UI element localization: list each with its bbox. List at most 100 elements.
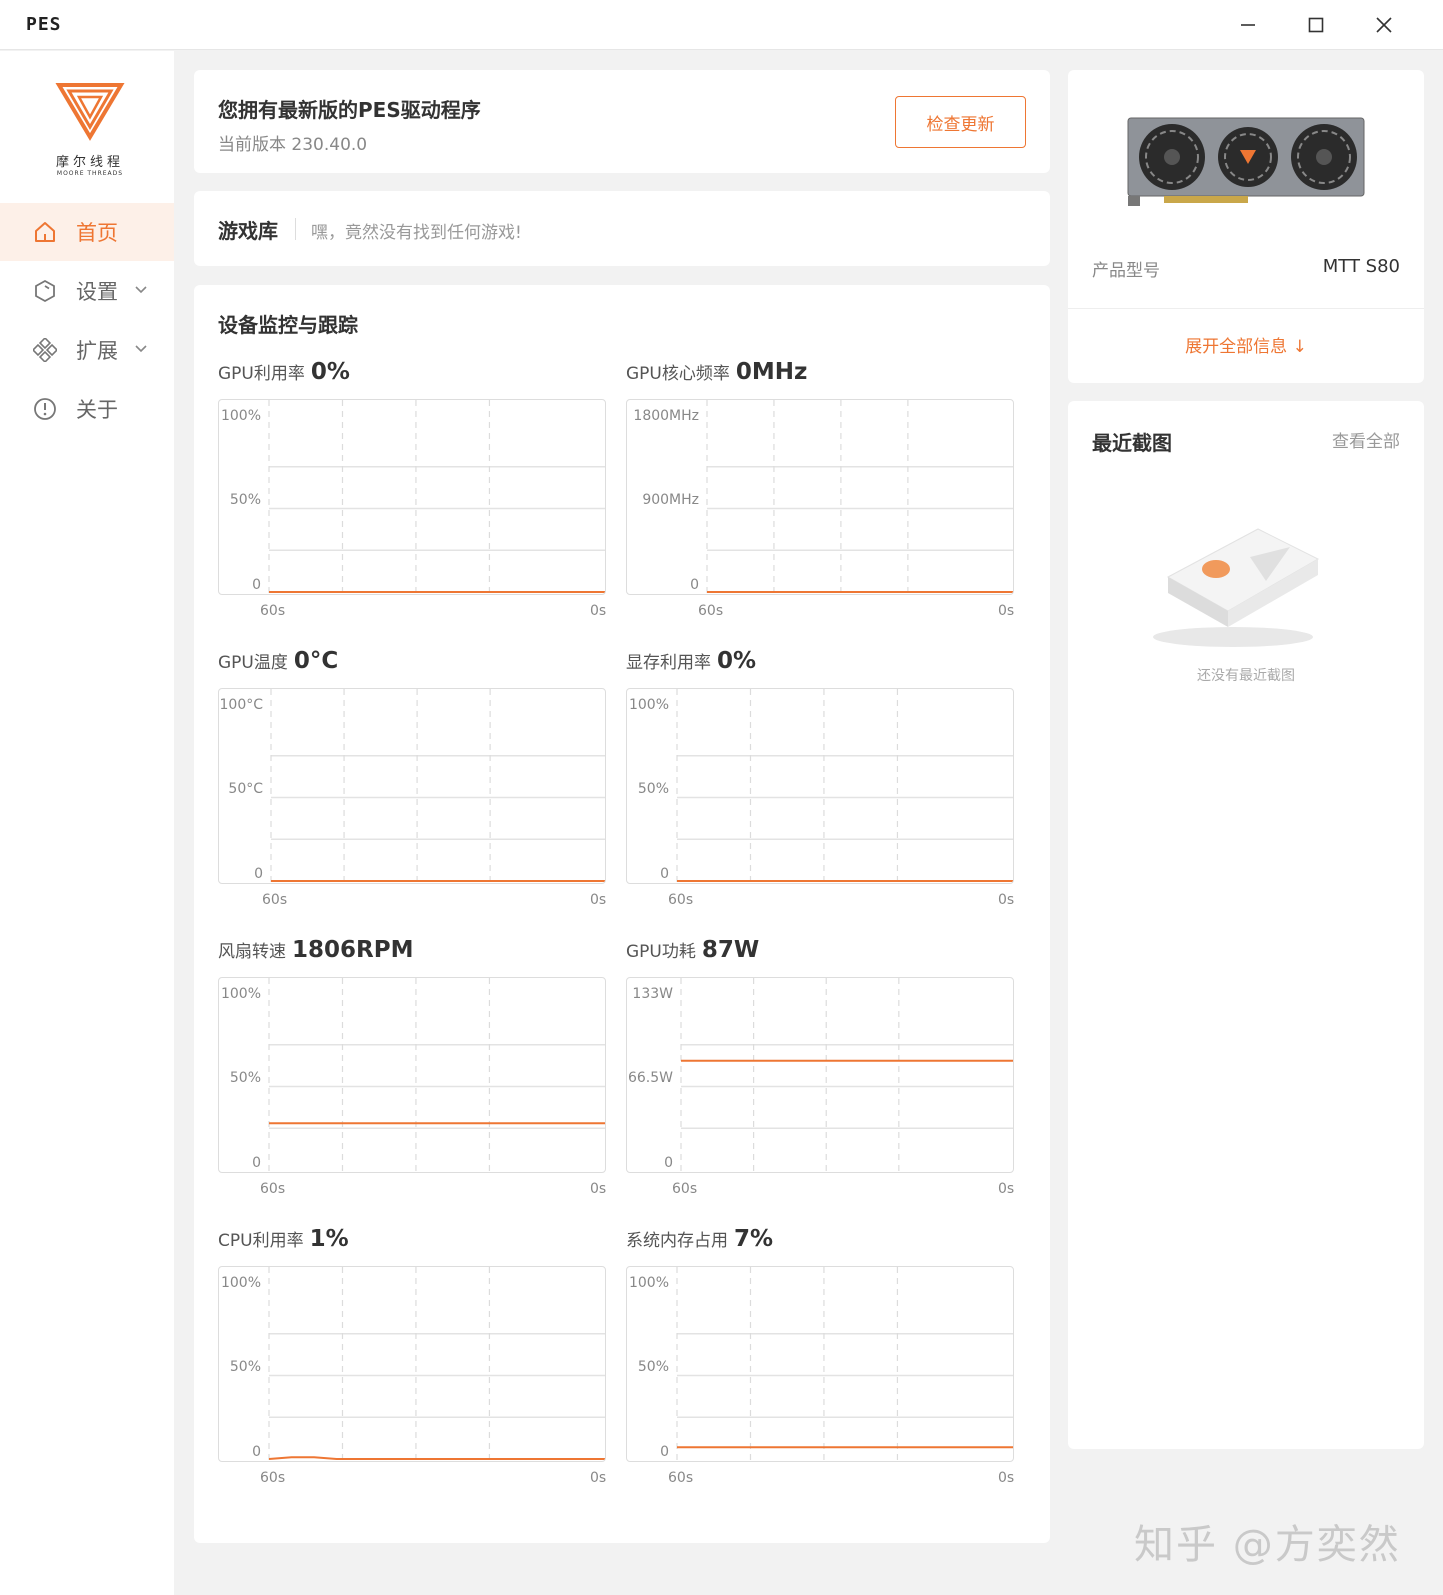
watermark-text: 知乎 @方奕然 bbox=[1134, 1522, 1401, 1568]
minimize-button[interactable] bbox=[1228, 10, 1268, 40]
sidebar-item-label: 首页 bbox=[76, 221, 118, 245]
metric-header: 系统内存占用 7% bbox=[626, 1226, 773, 1252]
metric-header: CPU利用率 1% bbox=[218, 1226, 349, 1252]
metric-label: 风扇转速 bbox=[218, 942, 286, 962]
y-tick-label: 0 bbox=[664, 1155, 673, 1171]
chart-canvas bbox=[268, 400, 605, 594]
sidebar-item-extensions[interactable]: 扩展 bbox=[0, 321, 174, 379]
sidebar-item-about[interactable]: 关于 bbox=[0, 380, 174, 438]
sidebar-item-label: 关于 bbox=[76, 398, 118, 422]
y-tick-label: 50% bbox=[229, 492, 261, 508]
game-library-title: 游戏库 bbox=[218, 219, 278, 243]
metric-header: GPU功耗 87W bbox=[626, 937, 759, 963]
x-tick-label: 0s bbox=[998, 1470, 1015, 1486]
sidebar-item-label: 扩展 bbox=[76, 339, 118, 363]
chart-canvas bbox=[680, 978, 1013, 1172]
settings-icon bbox=[32, 278, 58, 304]
home-icon bbox=[32, 219, 58, 245]
chart-canvas bbox=[270, 689, 605, 883]
close-button[interactable] bbox=[1364, 10, 1404, 40]
app-title: PES bbox=[26, 14, 62, 35]
metric-label: CPU利用率 bbox=[218, 1231, 304, 1251]
y-tick-label: 0 bbox=[660, 1444, 669, 1460]
y-tick-label: 100% bbox=[220, 1275, 261, 1291]
sidebar-item-settings[interactable]: 设置 bbox=[0, 262, 174, 320]
logo-cn-text: 摩尔线程 bbox=[55, 155, 124, 170]
y-tick-label: 50% bbox=[229, 1070, 261, 1086]
metric-label: GPU利用率 bbox=[218, 364, 305, 384]
empty-screenshot-illustration-icon bbox=[1153, 528, 1320, 647]
metric-chart: 100% 50% 0 bbox=[626, 688, 1014, 884]
series-line bbox=[268, 1456, 605, 1460]
y-tick-label: 50% bbox=[229, 1359, 261, 1375]
metric-value: 0°C bbox=[293, 648, 339, 674]
y-tick-label: 900MHz bbox=[642, 492, 699, 508]
extensions-icon bbox=[32, 337, 58, 363]
metric-header: 显存利用率 0% bbox=[626, 648, 756, 674]
x-tick-label: 0s bbox=[998, 603, 1015, 619]
sidebar-item-home[interactable]: 首页 bbox=[0, 203, 174, 261]
x-tick-label: 0s bbox=[998, 1181, 1015, 1197]
chart-canvas bbox=[676, 1267, 1013, 1461]
y-tick-label: 100% bbox=[628, 1275, 669, 1291]
x-tick-label: 0s bbox=[590, 1181, 607, 1197]
sidebar: 摩尔线程 MOORE THREADS 首页 设置 扩展 关于 bbox=[0, 51, 174, 1595]
driver-version: 当前版本 230.40.0 bbox=[218, 135, 368, 155]
metric-label: 系统内存占用 bbox=[626, 1231, 728, 1251]
metric-value: 0% bbox=[310, 359, 350, 385]
monitor-title: 设备监控与跟踪 bbox=[218, 313, 358, 337]
gpu-fan-icon bbox=[1291, 124, 1357, 190]
info-icon bbox=[32, 396, 58, 422]
chart-canvas bbox=[268, 978, 605, 1172]
metric-value: 7% bbox=[734, 1226, 774, 1252]
gpu-card-image bbox=[1127, 117, 1365, 206]
y-tick-label: 0 bbox=[252, 1155, 261, 1171]
gpu-fan-icon bbox=[1218, 127, 1278, 187]
metric-header: GPU核心频率 0MHz bbox=[626, 359, 807, 385]
x-tick-label: 60s bbox=[668, 1470, 694, 1486]
device-info-card: 产品型号 MTT S80 展开全部信息 ↓ bbox=[1068, 70, 1424, 383]
metric-value: 1806RPM bbox=[292, 937, 414, 963]
metric-chart: 100% 50% 0 bbox=[626, 1266, 1014, 1462]
maximize-icon bbox=[1308, 17, 1324, 33]
metric-label: GPU核心频率 bbox=[626, 364, 730, 384]
metric-chart: 133W 66.5W 0 bbox=[626, 977, 1014, 1173]
y-tick-label: 50% bbox=[637, 781, 669, 797]
metric-label: 显存利用率 bbox=[626, 653, 711, 673]
metric-chart: 100% 50% 0 bbox=[218, 1266, 606, 1462]
x-tick-label: 60s bbox=[668, 892, 694, 908]
chevron-down-icon bbox=[135, 286, 147, 294]
game-library-empty-message: 嘿，竟然没有找到任何游戏! bbox=[311, 223, 522, 243]
minimize-icon bbox=[1241, 24, 1255, 26]
recent-screenshots-card: 最近截图 查看全部 还没有最近截图 bbox=[1068, 401, 1424, 1449]
view-all-screenshots-link[interactable]: 查看全部 bbox=[1332, 427, 1400, 452]
metric-chart: 100°C 50°C 0 bbox=[218, 688, 606, 884]
recent-screenshots-title: 最近截图 bbox=[1092, 431, 1172, 455]
y-tick-label: 100% bbox=[220, 408, 261, 424]
y-tick-label: 0 bbox=[254, 866, 263, 882]
metric-label: GPU温度 bbox=[218, 653, 288, 673]
metric-value: 87W bbox=[701, 937, 760, 963]
expand-all-info-link[interactable]: 展开全部信息 ↓ bbox=[1068, 332, 1424, 357]
metric-value: 1% bbox=[309, 1226, 349, 1252]
title-bar: PES bbox=[0, 0, 1443, 50]
x-tick-label: 0s bbox=[590, 603, 607, 619]
x-tick-label: 60s bbox=[260, 1470, 286, 1486]
chart-canvas bbox=[268, 1267, 605, 1461]
divider bbox=[295, 218, 296, 240]
maximize-button[interactable] bbox=[1296, 10, 1336, 40]
y-tick-label: 133W bbox=[632, 986, 673, 1002]
check-update-button[interactable]: 检查更新 bbox=[895, 96, 1026, 148]
update-status-title: 您拥有最新版的PES驱动程序 bbox=[218, 98, 481, 122]
x-tick-label: 0s bbox=[590, 892, 607, 908]
driver-update-card: 您拥有最新版的PES驱动程序 当前版本 230.40.0 检查更新 bbox=[194, 70, 1050, 173]
y-tick-label: 50°C bbox=[228, 781, 263, 797]
close-icon bbox=[1376, 17, 1392, 33]
y-tick-label: 1800MHz bbox=[633, 408, 699, 424]
product-model-value: MTT S80 bbox=[1322, 256, 1400, 277]
sidebar-item-label: 设置 bbox=[76, 280, 118, 304]
product-model-label: 产品型号 bbox=[1092, 261, 1160, 281]
y-tick-label: 0 bbox=[252, 577, 261, 593]
metric-header: GPU利用率 0% bbox=[218, 359, 350, 385]
metric-chart: 100% 50% 0 bbox=[218, 977, 606, 1173]
